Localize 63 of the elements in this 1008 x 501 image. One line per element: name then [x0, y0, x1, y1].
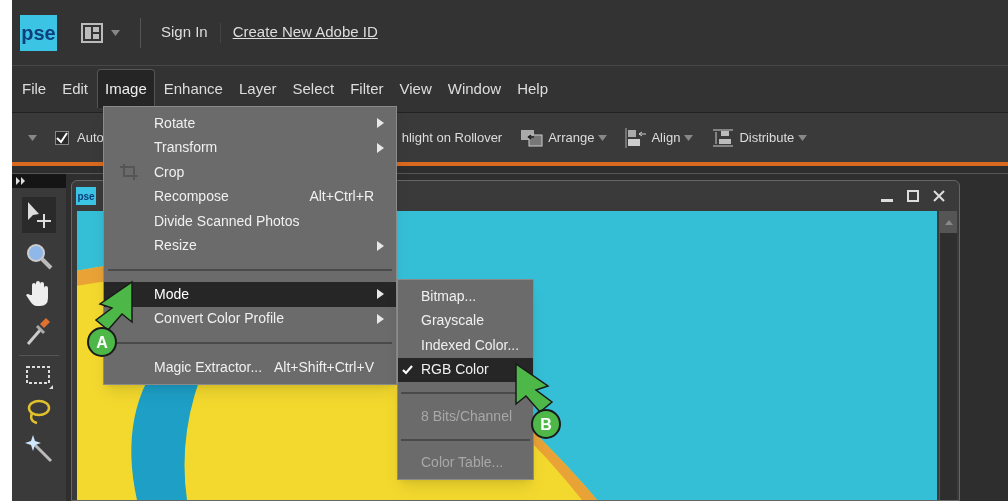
caret-icon [798, 134, 808, 141]
panel-collapse-bar[interactable] [12, 174, 66, 188]
align-button[interactable]: Align [625, 127, 694, 148]
eyedropper-tool-icon[interactable] [26, 316, 52, 346]
menu-entry[interactable]: RGB Color [398, 357, 533, 382]
menu-entry[interactable]: Mode [104, 282, 396, 307]
menu-item[interactable]: Select [285, 69, 342, 108]
menu-item[interactable]: Layer [231, 69, 284, 108]
menu-item[interactable]: Filter [343, 69, 391, 108]
caret-icon [684, 134, 694, 141]
callout-pointer-tooltip: B [512, 362, 562, 442]
submenu-arrow-icon [376, 289, 384, 300]
arrange-button[interactable]: Arrange [520, 127, 608, 148]
vertical-scrollbar[interactable] [939, 211, 957, 500]
layout-button[interactable] [81, 22, 120, 43]
menu-item[interactable]: Help [510, 69, 555, 108]
magic-wand-tool-icon[interactable] [25, 435, 53, 463]
menu-entry[interactable]: Bitmap... [398, 284, 533, 309]
caret-icon [111, 29, 120, 36]
menu-item[interactable]: View [392, 69, 439, 108]
menu-entry[interactable]: Recompose Alt+Ctrl+R [104, 184, 396, 209]
menu-entry: 8 Bits/Channel [420, 406, 514, 426]
callout-pointer-tooltip: A [86, 280, 136, 360]
document-tab-logo: pse [76, 187, 96, 205]
caret-icon [28, 134, 37, 141]
menu-entry: Color Table... [420, 453, 505, 473]
menu-item[interactable]: Enhance [156, 69, 230, 108]
menu-entry[interactable]: Indexed Color... [398, 333, 533, 358]
lasso-tool-icon[interactable] [25, 398, 53, 426]
highlight-label: hlight on Rollover [401, 128, 503, 147]
menu-item[interactable]: Edit [55, 69, 96, 108]
double-chevron-icon [16, 177, 26, 185]
menu-item[interactable]: Image [97, 68, 155, 108]
submenu-arrow-icon [376, 118, 384, 129]
menu-item[interactable]: Window [440, 69, 509, 108]
submenu-arrow-icon [376, 240, 384, 251]
checkmark-icon [402, 364, 413, 375]
submenu-arrow-icon [376, 313, 384, 324]
close-icon[interactable] [933, 190, 945, 202]
menu-entry[interactable]: Transform [104, 135, 396, 160]
menu-entry[interactable]: Resize [104, 233, 396, 258]
app-logo: pse [20, 14, 57, 51]
menu-entry[interactable]: Grayscale [398, 308, 533, 333]
sign-in-link[interactable]: Sign In [161, 21, 208, 44]
create-adobe-id-link[interactable]: Create New Adobe ID [232, 21, 378, 44]
distribute-button[interactable]: Distribute [711, 127, 808, 148]
auto-checkbox[interactable] [55, 130, 69, 145]
marquee-tool-icon[interactable] [25, 365, 53, 389]
menu-item[interactable]: File [15, 69, 54, 108]
menu-entry[interactable]: Rotate [104, 111, 396, 136]
maximize-icon[interactable] [907, 190, 919, 202]
zoom-tool-icon[interactable] [25, 242, 53, 270]
auto-label: Auto [77, 128, 104, 147]
align-icon [625, 127, 648, 148]
arrange-icon [520, 128, 545, 147]
menu-entry[interactable]: Crop [104, 160, 396, 185]
check-icon [56, 131, 68, 144]
layout-icon [81, 22, 103, 43]
move-tool-icon[interactable] [22, 197, 56, 233]
submenu-arrow-icon [376, 142, 384, 153]
menu-entry[interactable]: Divide Scanned Photos [104, 209, 396, 234]
distribute-icon [711, 127, 736, 148]
caret-icon [598, 134, 608, 141]
